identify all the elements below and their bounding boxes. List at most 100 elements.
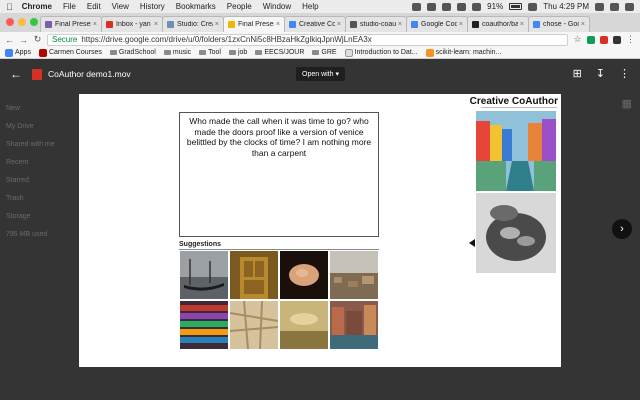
bookmark-eecs-jour[interactable]: EECS/JOUR — [255, 49, 304, 56]
bookmark-tool[interactable]: Tool — [199, 49, 221, 56]
siri-icon[interactable] — [610, 2, 619, 11]
bookmark-gradschool[interactable]: GradSchool — [109, 49, 156, 56]
suggestion-thumbnail-golden-landscape[interactable] — [280, 301, 328, 349]
suggestion-thumbnail-old-door[interactable] — [230, 251, 278, 299]
tab-favicon-icon — [350, 21, 357, 28]
browser-tab[interactable]: Creative Co × — [284, 16, 346, 32]
suggestion-thumbnail-venice-canal[interactable] — [330, 301, 378, 349]
tab-title: Final Presen — [55, 21, 91, 28]
open-with-button[interactable]: Open with ▾ — [296, 67, 345, 81]
menu-view[interactable]: View — [112, 2, 129, 11]
menubar-status-area: 91% Thu 4:29 PM — [412, 2, 634, 11]
bookmark-job[interactable]: job — [228, 49, 247, 56]
battery-icon[interactable] — [509, 3, 523, 10]
bookmark-label: Apps — [15, 49, 31, 56]
browser-tab[interactable]: coauthor/ba × — [467, 16, 529, 32]
next-file-arrow-icon[interactable]: › — [612, 219, 632, 239]
close-tab-icon[interactable]: × — [276, 21, 280, 28]
bookmark-music[interactable]: music — [163, 49, 191, 56]
featured-image-venice-burano[interactable] — [476, 111, 556, 191]
browser-tab[interactable]: Final Presen × — [40, 16, 102, 32]
menu-app-name[interactable]: Chrome — [22, 2, 52, 11]
title-underline — [481, 107, 557, 108]
suggestion-grid — [180, 251, 378, 349]
zoom-window-button[interactable] — [30, 18, 38, 26]
video-frame[interactable]: Who made the call when it was time to go… — [79, 94, 561, 367]
volume-icon[interactable] — [472, 2, 482, 11]
wechat-icon[interactable] — [412, 2, 422, 11]
bookmark-carmen[interactable]: Carmen Courses — [38, 48, 102, 57]
reload-icon[interactable]: ↻ — [33, 34, 42, 45]
add-to-drive-icon[interactable]: ⊞ — [573, 67, 582, 80]
close-tab-icon[interactable]: × — [520, 21, 524, 28]
file-name: CoAuthor demo1.mov — [48, 69, 131, 79]
close-tab-icon[interactable]: × — [459, 21, 463, 28]
menu-help[interactable]: Help — [302, 2, 318, 11]
sidebar-item-storage: Storage — [6, 213, 31, 220]
tab-favicon-icon — [45, 21, 52, 28]
url-bar[interactable]: Secure https://drive.google.com/drive/u/… — [47, 33, 568, 46]
tab-title: Inbox - yan — [116, 21, 151, 28]
menu-window[interactable]: Window — [263, 2, 291, 11]
browser-tab[interactable]: chose - Goo × — [528, 16, 590, 32]
menu-bookmarks[interactable]: Bookmarks — [176, 2, 216, 11]
bookmark-apps[interactable]: Apps — [5, 48, 31, 57]
back-arrow-icon[interactable]: ← — [5, 35, 14, 45]
suggestion-thumbnail-colorful-books[interactable] — [180, 301, 228, 349]
sidebar-item-my-drive: My Drive — [6, 123, 34, 130]
suggestions-divider — [179, 249, 379, 250]
browser-tab[interactable]: studio-coau × — [345, 16, 407, 32]
story-text-editor[interactable]: Who made the call when it was time to go… — [179, 112, 379, 237]
chrome-menu-icon[interactable]: ⋮ — [626, 34, 635, 45]
browser-tab[interactable]: Google Cod × — [406, 16, 468, 32]
close-tab-icon[interactable]: × — [154, 21, 158, 28]
url-text[interactable]: https://drive.google.com/drive/u/0/folde… — [81, 35, 371, 44]
menu-people[interactable]: People — [227, 2, 252, 11]
close-tab-icon[interactable]: × — [581, 21, 585, 28]
bookmark-gre[interactable]: GRE — [312, 49, 337, 56]
bookmark-scikit-learn[interactable]: scikit-learn: machin... — [425, 48, 501, 57]
dropbox-icon[interactable] — [427, 2, 437, 11]
apple-icon[interactable]:  — [6, 2, 13, 12]
browser-tab-active[interactable]: Final Presen × — [223, 16, 285, 32]
menu-edit[interactable]: Edit — [87, 2, 101, 11]
more-options-icon[interactable]: ⋮ — [619, 67, 630, 80]
suggestion-thumbnail-city-map[interactable] — [230, 301, 278, 349]
clock[interactable]: Thu 4:29 PM — [543, 2, 589, 11]
wifi-icon[interactable] — [457, 2, 467, 11]
close-tab-icon[interactable]: × — [337, 21, 341, 28]
minimize-window-button[interactable] — [18, 18, 26, 26]
sidebar-item-shared: Shared with me — [6, 141, 55, 148]
browser-tab[interactable]: Studio: Crea × — [162, 16, 224, 32]
download-icon[interactable]: ↧ — [596, 67, 605, 80]
suggestion-thumbnail-gondolas[interactable] — [180, 251, 228, 299]
menu-file[interactable]: File — [63, 2, 76, 11]
forward-arrow-icon[interactable]: → — [19, 35, 28, 45]
close-preview-arrow-icon[interactable]: ← — [10, 67, 22, 81]
close-tab-icon[interactable]: × — [215, 21, 219, 28]
close-tab-icon[interactable]: × — [93, 21, 97, 28]
browser-tab[interactable]: Inbox - yan × — [101, 16, 163, 32]
extension-icon[interactable] — [587, 35, 595, 44]
suggestion-thumbnail-aerial-city[interactable] — [330, 251, 378, 299]
extension-icon[interactable] — [613, 35, 621, 44]
sidebar-item-starred: Starred — [6, 177, 29, 184]
airplay-icon[interactable] — [442, 2, 452, 11]
bookmark-star-icon[interactable]: ☆ — [573, 34, 582, 45]
suggestion-thumbnail-baby[interactable] — [280, 251, 328, 299]
search-icon[interactable] — [595, 2, 604, 11]
bookmark-intro-data[interactable]: Introduction to Dat... — [344, 48, 418, 57]
close-tab-icon[interactable]: × — [398, 21, 402, 28]
collapse-panel-caret-icon[interactable] — [469, 239, 475, 247]
flag-icon[interactable] — [528, 2, 538, 11]
featured-image-hands-coins[interactable] — [476, 193, 556, 273]
sidebar-item-trash: Trash — [6, 195, 24, 202]
extension-icon[interactable] — [600, 35, 608, 44]
folder-icon — [199, 50, 207, 55]
bookmark-label: Introduction to Dat... — [354, 49, 418, 56]
close-window-button[interactable] — [6, 18, 14, 26]
notification-center-icon[interactable] — [625, 2, 634, 11]
menu-history[interactable]: History — [140, 2, 165, 11]
bookmark-label: GradSchool — [118, 49, 156, 56]
tab-title: Final Presen — [238, 21, 274, 28]
